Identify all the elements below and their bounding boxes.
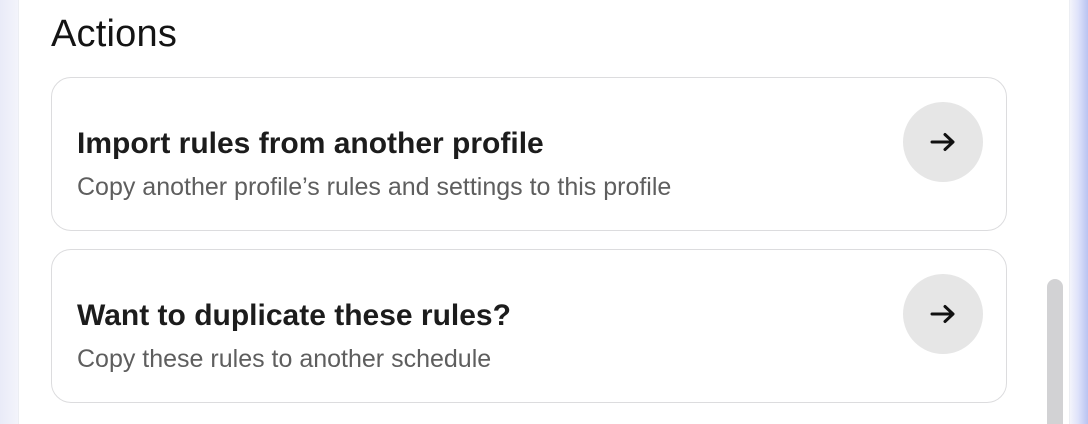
- scrollbar-thumb[interactable]: [1047, 279, 1063, 424]
- duplicate-rules-card[interactable]: Want to duplicate these rules? Copy thes…: [51, 249, 1007, 403]
- duplicate-rules-title: Want to duplicate these rules?: [77, 299, 511, 332]
- import-rules-title: Import rules from another profile: [77, 127, 544, 160]
- arrow-right-icon: [930, 305, 955, 323]
- duplicate-rules-description: Copy these rules to another schedule: [77, 345, 492, 373]
- import-rules-card[interactable]: Import rules from another profile Copy a…: [51, 77, 1007, 231]
- section-title: Actions: [51, 13, 178, 55]
- import-rules-arrow-button[interactable]: [903, 102, 983, 182]
- arrow-right-icon: [930, 133, 955, 151]
- import-rules-description: Copy another profile’s rules and setting…: [77, 173, 672, 201]
- duplicate-rules-arrow-button[interactable]: [903, 274, 983, 354]
- actions-panel: Actions Import rules from another profil…: [18, 0, 1070, 424]
